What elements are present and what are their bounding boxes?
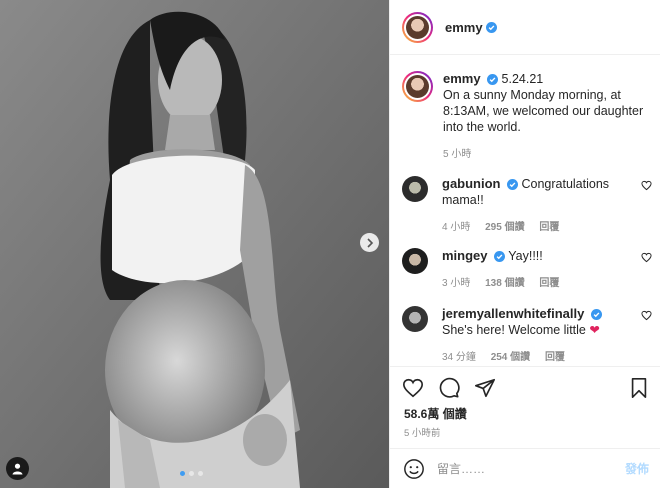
verified-badge-icon	[487, 74, 499, 85]
comment-avatar[interactable]	[402, 248, 428, 274]
comment-icon[interactable]	[438, 377, 460, 399]
verified-badge-icon	[590, 309, 602, 320]
comment-avatar[interactable]	[402, 306, 428, 332]
verified-badge-icon	[485, 21, 497, 33]
comment-input[interactable]: 留言……	[437, 460, 485, 477]
comment-text: She's here! Welcome little	[442, 323, 586, 337]
comment-username[interactable]: mingey	[442, 248, 488, 263]
red-heart-emoji: ❤	[589, 323, 600, 337]
caption-date: 5.24.21	[501, 72, 544, 86]
post-comment-button[interactable]: 發佈	[625, 460, 649, 477]
heart-icon[interactable]	[641, 252, 652, 263]
comment-avatar[interactable]	[402, 176, 428, 202]
post-header: emmy	[390, 0, 660, 55]
post-actions: 58.6萬 個讚 5 小時前 留言…… 發佈	[390, 366, 660, 486]
share-icon[interactable]	[474, 377, 496, 399]
author-avatar[interactable]	[402, 11, 433, 43]
user-tag-button[interactable]	[6, 457, 29, 480]
author-username[interactable]: emmy	[445, 20, 483, 35]
comment-likes[interactable]: 254 個讚	[491, 352, 530, 363]
chevron-right-icon	[366, 237, 373, 248]
carousel-dot	[198, 471, 203, 476]
caption-username[interactable]: emmy	[443, 71, 481, 86]
carousel-dot	[189, 471, 194, 476]
add-comment-bar: 留言…… 發佈	[390, 448, 660, 488]
caption-time[interactable]: 5 小時	[443, 149, 471, 160]
caption-avatar[interactable]	[402, 71, 433, 102]
reply-button[interactable]: 回覆	[539, 278, 559, 289]
comment-likes[interactable]: 295 個讚	[485, 222, 524, 233]
comment-text: Yay!!!!	[508, 249, 543, 263]
likes-count[interactable]: 58.6萬 個讚	[404, 405, 467, 422]
comment-time[interactable]: 3 小時	[442, 278, 470, 289]
instagram-post: emmy emmy 5.24.21 On a sunny Monday morn…	[0, 0, 660, 488]
comment-item: gabunion Congratulations mama!! 4 小時 295…	[402, 176, 652, 236]
verified-badge-icon	[494, 251, 505, 262]
heart-icon[interactable]	[641, 180, 652, 191]
like-heart-icon[interactable]	[402, 377, 424, 399]
bookmark-icon[interactable]	[629, 377, 649, 399]
comment-username[interactable]: jeremyallenwhitefinally	[442, 306, 584, 321]
comment-username[interactable]: gabunion	[442, 176, 501, 191]
comment-likes[interactable]: 138 個讚	[485, 278, 524, 289]
next-photo-button[interactable]	[360, 233, 379, 252]
carousel-indicator	[180, 471, 203, 476]
emoji-icon[interactable]	[403, 458, 425, 480]
heart-icon[interactable]	[641, 310, 652, 321]
comment-item: mingey Yay!!!! 3 小時 138 個讚 回覆	[402, 248, 652, 292]
comment-time[interactable]: 4 小時	[442, 222, 470, 233]
post-time[interactable]: 5 小時前	[404, 425, 440, 439]
verified-badge-icon	[506, 179, 518, 190]
comment-item: jeremyallenwhitefinally She's here! Welc…	[402, 306, 652, 366]
post-caption: emmy 5.24.21 On a sunny Monday morning, …	[402, 71, 652, 163]
caption-text: On a sunny Monday morning, at 8:13AM, we…	[443, 88, 644, 134]
post-media[interactable]	[0, 0, 389, 488]
user-icon	[12, 463, 23, 475]
post-sidebar: emmy emmy 5.24.21 On a sunny Monday morn…	[389, 0, 660, 488]
carousel-dot	[180, 471, 185, 476]
comment-time[interactable]: 34 分鐘	[442, 352, 476, 363]
reply-button[interactable]: 回覆	[539, 222, 559, 233]
reply-button[interactable]: 回覆	[545, 352, 565, 363]
post-photo	[0, 0, 389, 488]
